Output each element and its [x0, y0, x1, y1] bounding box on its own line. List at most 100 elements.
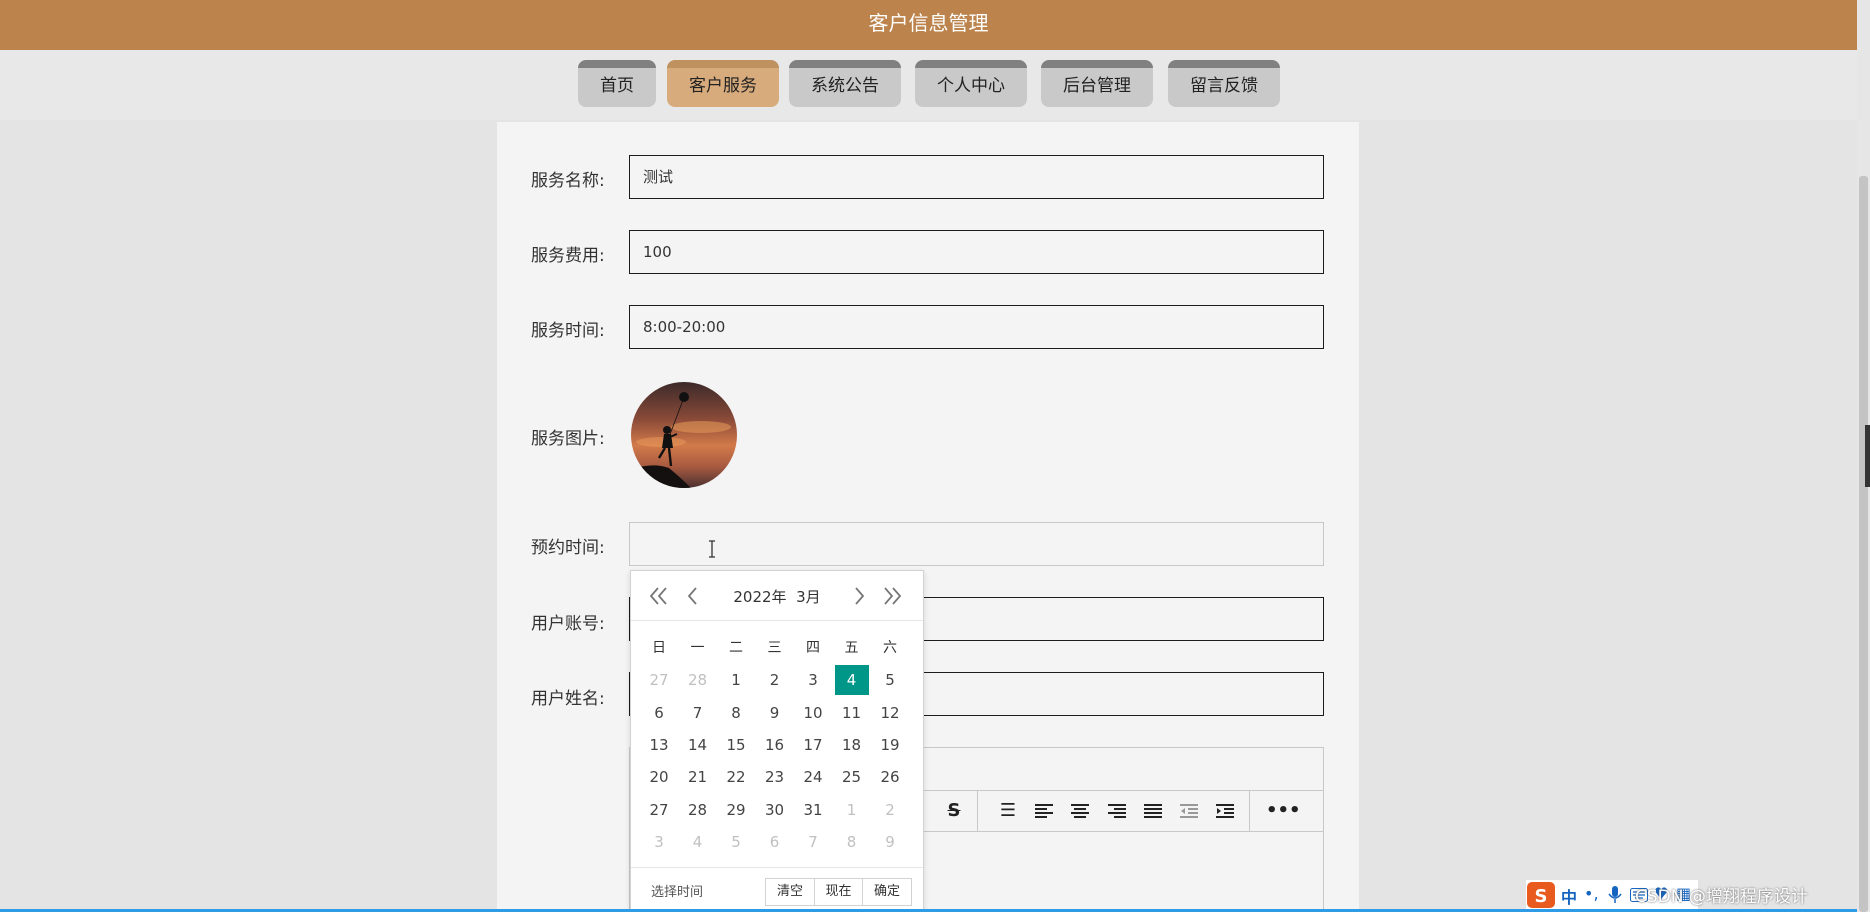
user-account-label: 用户账号:: [531, 614, 605, 634]
ime-mode-label[interactable]: 中: [1561, 884, 1577, 908]
calendar-day[interactable]: 27: [642, 795, 676, 825]
calendar-day[interactable]: 1: [835, 795, 869, 825]
service-fee-label: 服务费用:: [531, 246, 605, 266]
calendar-day[interactable]: 13: [642, 730, 676, 760]
app-title: 客户信息管理: [868, 11, 989, 35]
calendar-day[interactable]: 22: [719, 762, 753, 792]
tab-feedback[interactable]: 留言反馈: [1168, 60, 1280, 107]
top-header: 客户信息管理: [0, 0, 1857, 50]
next-year-icon[interactable]: [882, 587, 902, 605]
calendar-day[interactable]: 30: [758, 795, 792, 825]
service-time-label: 服务时间:: [531, 321, 605, 341]
calendar-day[interactable]: 21: [681, 762, 715, 792]
weekday-header: 三: [767, 640, 782, 656]
calendar-day[interactable]: 8: [719, 698, 753, 728]
calendar-day[interactable]: 5: [873, 665, 907, 695]
sogou-icon[interactable]: S: [1526, 881, 1556, 909]
calendar-day[interactable]: 4: [834, 665, 869, 696]
calendar-day[interactable]: 29: [719, 795, 753, 825]
service-image-picture: [631, 382, 737, 488]
calendar-day[interactable]: 27: [642, 665, 676, 695]
calendar-day[interactable]: 17: [796, 730, 830, 760]
user-name-label: 用户姓名:: [531, 689, 605, 709]
select-time-button[interactable]: 选择时间: [651, 881, 703, 900]
calendar-day[interactable]: 5: [719, 827, 753, 857]
calendar-day[interactable]: 25: [835, 762, 869, 792]
calendar-day[interactable]: 10: [796, 698, 830, 728]
confirm-button[interactable]: 确定: [862, 878, 912, 906]
calendar-day[interactable]: 2: [758, 665, 792, 695]
calendar-day[interactable]: 23: [758, 762, 792, 792]
date-picker-title: 2022年 3月: [631, 586, 923, 607]
weekday-header: 五: [844, 640, 859, 656]
service-fee-input[interactable]: 100: [629, 230, 1324, 274]
service-time-input[interactable]: 8:00-20:00: [629, 305, 1324, 349]
tab-home[interactable]: 首页: [578, 60, 656, 107]
calendar-day[interactable]: 18: [835, 730, 869, 760]
clear-button[interactable]: 清空: [765, 878, 815, 906]
svg-text:S: S: [1535, 886, 1548, 907]
weekday-header: 日: [652, 640, 666, 656]
booking-time-input[interactable]: [629, 522, 1324, 566]
calendar-day[interactable]: 7: [796, 827, 830, 857]
service-name-label: 服务名称:: [531, 171, 605, 191]
tab-system-notice[interactable]: 系统公告: [789, 60, 901, 107]
weekday-header: 六: [883, 640, 897, 656]
calendar-day[interactable]: 8: [835, 827, 869, 857]
justify-icon[interactable]: [1138, 791, 1168, 831]
align-left-icon[interactable]: [1029, 791, 1059, 831]
date-picker-header: 2022年 3月: [631, 571, 923, 621]
calendar-day[interactable]: 9: [758, 698, 792, 728]
year-label[interactable]: 2022年: [733, 588, 786, 606]
weekday-header: 一: [690, 640, 705, 656]
scrollbar-thumb[interactable]: [1859, 176, 1868, 912]
indent-increase-icon[interactable]: [1210, 791, 1240, 831]
calendar-day[interactable]: 7: [681, 698, 715, 728]
service-image[interactable]: [631, 382, 737, 488]
calendar-day[interactable]: 6: [642, 698, 676, 728]
weekday-header: 四: [806, 640, 820, 656]
watermark: CSDN @增翔程序设计: [1635, 887, 1808, 907]
now-button[interactable]: 现在: [814, 878, 863, 906]
calendar-day[interactable]: 2: [873, 795, 907, 825]
service-image-label: 服务图片:: [531, 429, 605, 449]
service-name-input[interactable]: 测试: [629, 155, 1324, 199]
strikethrough-icon[interactable]: S: [939, 791, 969, 831]
calendar-day[interactable]: 15: [719, 730, 753, 760]
align-center-icon[interactable]: [1065, 791, 1095, 831]
calendar-day[interactable]: 31: [796, 795, 830, 825]
calendar-day[interactable]: 6: [758, 827, 792, 857]
calendar-day[interactable]: 28: [681, 795, 715, 825]
text-cursor-icon: [709, 540, 715, 558]
booking-time-label: 预约时间:: [531, 538, 605, 558]
calendar-day[interactable]: 12: [873, 698, 907, 728]
tab-admin[interactable]: 后台管理: [1041, 60, 1153, 107]
calendar-day[interactable]: 9: [873, 827, 907, 857]
indent-decrease-icon[interactable]: [1174, 791, 1204, 831]
calendar-day[interactable]: 1: [719, 665, 753, 695]
calendar-day[interactable]: 16: [758, 730, 792, 760]
calendar-day[interactable]: 28: [681, 665, 715, 695]
tab-customer-service[interactable]: 客户服务: [667, 60, 779, 107]
month-label[interactable]: 3月: [796, 588, 821, 606]
calendar-day[interactable]: 4: [681, 827, 715, 857]
calendar-day[interactable]: 19: [873, 730, 907, 760]
calendar-day[interactable]: 20: [642, 762, 676, 792]
calendar-day[interactable]: 14: [681, 730, 715, 760]
calendar-day[interactable]: 3: [642, 827, 676, 857]
date-picker: 2022年 3月 日一二三四五六 27 28 1 2 3 4 5 6 7 8 9 10 11 12 13 14 1…: [630, 570, 924, 912]
punctuation-icon[interactable]: •,: [1584, 884, 1599, 903]
calendar-day[interactable]: 11: [835, 698, 869, 728]
align-right-icon[interactable]: [1102, 791, 1132, 831]
tab-personal-center[interactable]: 个人中心: [915, 60, 1027, 107]
calendar-day[interactable]: 3: [796, 665, 830, 695]
next-month-icon[interactable]: [853, 587, 865, 605]
scroll-indicator: [1865, 425, 1870, 487]
calendar-day[interactable]: 24: [796, 762, 830, 792]
microphone-icon[interactable]: [1608, 886, 1622, 904]
date-picker-footer: 选择时间 清空 现在 确定: [631, 867, 923, 911]
weekday-header: 二: [729, 640, 743, 656]
line-height-icon[interactable]: ☰: [993, 791, 1023, 831]
calendar-day[interactable]: 26: [873, 762, 907, 792]
more-icon[interactable]: •••: [1266, 791, 1301, 831]
